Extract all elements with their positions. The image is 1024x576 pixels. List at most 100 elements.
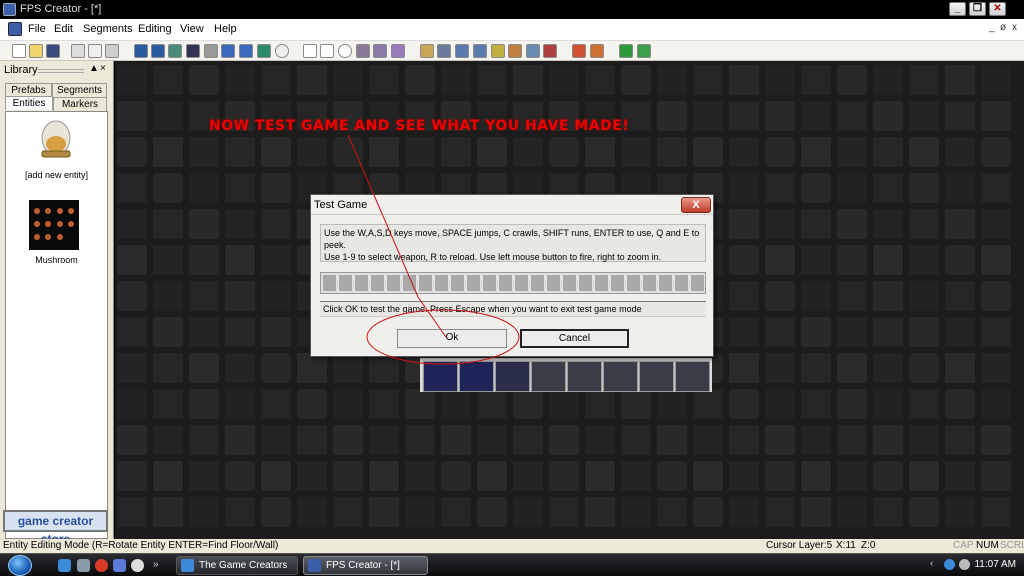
- paint-icon[interactable]: [356, 44, 370, 58]
- menu-edit[interactable]: Edit: [54, 23, 73, 35]
- volume-icon[interactable]: [959, 559, 970, 570]
- grid-cell[interactable]: [729, 281, 759, 311]
- grid-cell[interactable]: [261, 209, 291, 239]
- grid-cell[interactable]: [981, 353, 1011, 383]
- grid-cell[interactable]: [369, 137, 399, 167]
- grid-cell[interactable]: [909, 137, 939, 167]
- panel-grip[interactable]: [38, 69, 84, 73]
- mdi-minimize-button[interactable]: _: [989, 22, 995, 33]
- grid-cell[interactable]: [801, 101, 831, 131]
- build-game-icon[interactable]: [637, 44, 651, 58]
- grid-cell[interactable]: [657, 389, 687, 419]
- grid-cell[interactable]: [765, 497, 795, 527]
- grid-cell[interactable]: [153, 173, 183, 203]
- grid-cell[interactable]: [801, 317, 831, 347]
- entity-item-add-new[interactable]: [add new entity]: [6, 118, 107, 188]
- grid-cell[interactable]: [189, 281, 219, 311]
- grid-cell[interactable]: [405, 497, 435, 527]
- grid-cell[interactable]: [945, 209, 975, 239]
- maximize-button[interactable]: ❐: [969, 2, 986, 16]
- grid-cell[interactable]: [765, 245, 795, 275]
- grid-cell[interactable]: [765, 353, 795, 383]
- waypoint-icon[interactable]: [491, 44, 505, 58]
- grid-cell[interactable]: [117, 425, 147, 455]
- grid-cell[interactable]: [729, 209, 759, 239]
- grid-cell[interactable]: [225, 353, 255, 383]
- game-creator-store-button[interactable]: game creator store: [3, 510, 108, 546]
- picture-icon[interactable]: [257, 44, 271, 58]
- grid-cell[interactable]: [729, 245, 759, 275]
- grid-cell[interactable]: [549, 461, 579, 491]
- chevron-right-icon[interactable]: »: [153, 559, 163, 572]
- test-game-icon[interactable]: [619, 44, 633, 58]
- grid-cell[interactable]: [189, 65, 219, 95]
- grid-cell[interactable]: [261, 137, 291, 167]
- grid-cell[interactable]: [729, 137, 759, 167]
- grid-cell[interactable]: [909, 209, 939, 239]
- palette-cell[interactable]: [639, 361, 674, 392]
- grid-cell[interactable]: [225, 497, 255, 527]
- grid-cell[interactable]: [837, 317, 867, 347]
- palette-cell[interactable]: [459, 361, 494, 392]
- grid-cell[interactable]: [621, 389, 651, 419]
- grid-cell[interactable]: [225, 65, 255, 95]
- close-button[interactable]: ✕: [989, 2, 1006, 16]
- grid-cell[interactable]: [333, 497, 363, 527]
- entity-item-mushroom[interactable]: Mushroom: [6, 200, 107, 270]
- grid-cell[interactable]: [801, 245, 831, 275]
- grid-cell[interactable]: [477, 389, 507, 419]
- grid-cell[interactable]: [729, 389, 759, 419]
- grid-cell[interactable]: [873, 389, 903, 419]
- grid-cell[interactable]: [225, 425, 255, 455]
- minimize-button[interactable]: _: [949, 2, 966, 16]
- grid-cell[interactable]: [837, 245, 867, 275]
- segment-palette[interactable]: [420, 358, 712, 392]
- grid-cell[interactable]: [765, 317, 795, 347]
- grid-cell[interactable]: [477, 461, 507, 491]
- grid-cell[interactable]: [405, 425, 435, 455]
- grid-cell[interactable]: [261, 425, 291, 455]
- grid-cell[interactable]: [873, 173, 903, 203]
- grid-cell[interactable]: [225, 173, 255, 203]
- rotate-icon[interactable]: [437, 44, 451, 58]
- grid-cell[interactable]: [477, 137, 507, 167]
- grid-cell[interactable]: [117, 497, 147, 527]
- grid-cell[interactable]: [945, 461, 975, 491]
- grid-icon[interactable]: [473, 44, 487, 58]
- grid-cell[interactable]: [297, 425, 327, 455]
- grid-cell[interactable]: [153, 281, 183, 311]
- grid-cell[interactable]: [657, 461, 687, 491]
- grid-cell[interactable]: [117, 101, 147, 131]
- grid-cell[interactable]: [333, 353, 363, 383]
- panel-pin-button[interactable]: ▲: [89, 63, 99, 74]
- grid-cell[interactable]: [153, 497, 183, 527]
- flag-multi-icon[interactable]: [590, 44, 604, 58]
- grid-cell[interactable]: [225, 317, 255, 347]
- grid-cell[interactable]: [873, 65, 903, 95]
- grid-cell[interactable]: [981, 317, 1011, 347]
- grid-cell[interactable]: [513, 497, 543, 527]
- grid-cell[interactable]: [117, 353, 147, 383]
- grid-cell[interactable]: [153, 245, 183, 275]
- grid-cell[interactable]: [405, 65, 435, 95]
- menu-segments[interactable]: Segments: [83, 23, 133, 35]
- menu-view[interactable]: View: [180, 23, 204, 35]
- grid-cell[interactable]: [945, 497, 975, 527]
- grid-cell[interactable]: [153, 317, 183, 347]
- grid-cell[interactable]: [801, 425, 831, 455]
- grid-cell[interactable]: [513, 389, 543, 419]
- grid-cell[interactable]: [225, 281, 255, 311]
- menu-file[interactable]: File: [28, 23, 46, 35]
- grid-cell[interactable]: [441, 137, 471, 167]
- grid-cell[interactable]: [441, 389, 471, 419]
- grid-cell[interactable]: [153, 209, 183, 239]
- grid-cell[interactable]: [369, 461, 399, 491]
- open-icon[interactable]: [29, 44, 43, 58]
- grid-cell[interactable]: [801, 497, 831, 527]
- grid-cell[interactable]: [261, 389, 291, 419]
- grid-cell[interactable]: [333, 137, 363, 167]
- view-icon[interactable]: [134, 44, 148, 58]
- grid-cell[interactable]: [873, 497, 903, 527]
- grid-cell[interactable]: [729, 497, 759, 527]
- grid-cell[interactable]: [873, 137, 903, 167]
